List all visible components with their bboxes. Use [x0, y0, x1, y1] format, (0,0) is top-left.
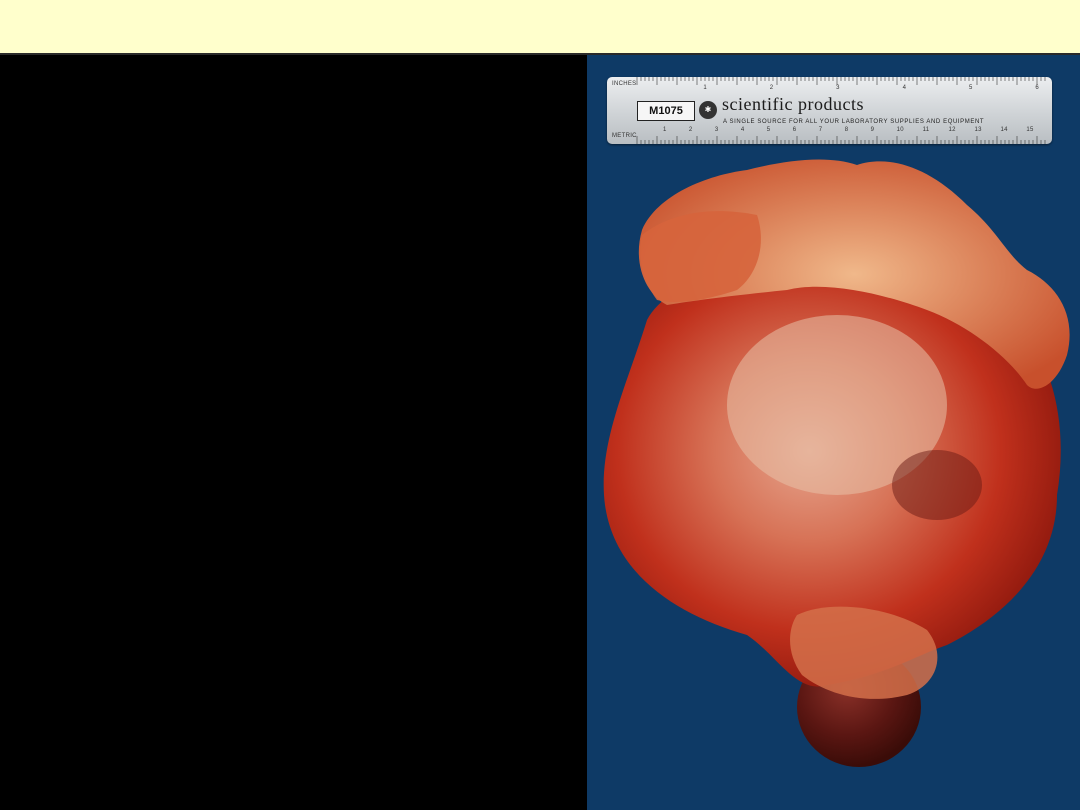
slide-text-area: [0, 55, 587, 810]
ruler-ticks: [636, 77, 1046, 144]
specimen-photo: INCHES METRIC 123456 1 2 3 4 5 6 7 8 9 10 11 12 13 14…: [587, 55, 1080, 810]
dark-hemorrhage: [892, 450, 982, 520]
slide-title-banner: [0, 0, 1080, 55]
ruler: INCHES METRIC 123456 1 2 3 4 5 6 7 8 9 10 11 12 13 14…: [607, 77, 1052, 144]
specimen-illustration: [603, 159, 1070, 767]
